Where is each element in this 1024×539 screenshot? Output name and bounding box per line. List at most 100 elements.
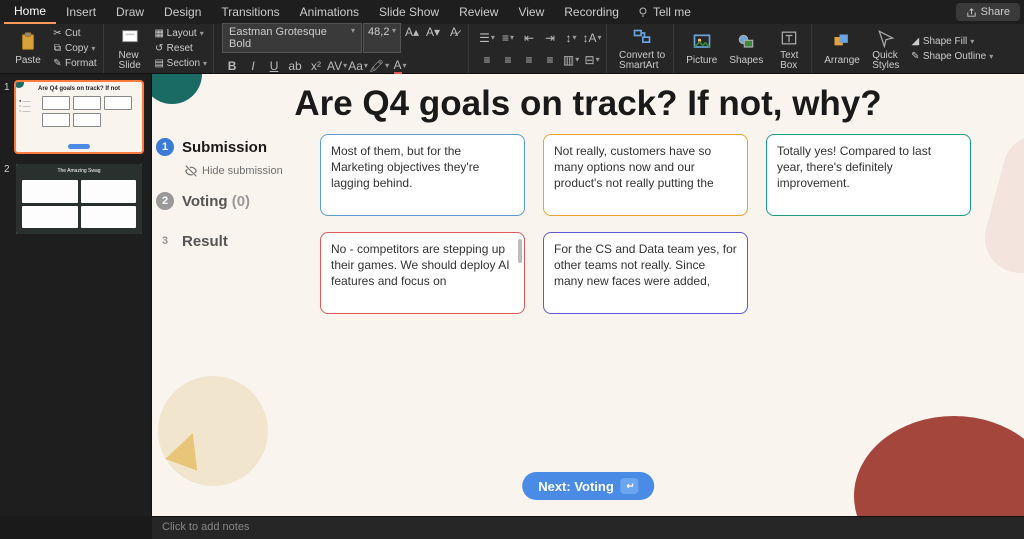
- underline-icon[interactable]: U: [264, 57, 284, 75]
- enter-key-icon: [620, 478, 638, 494]
- slide-canvas[interactable]: Are Q4 goals on track? If not, why? 1 Su…: [152, 74, 1024, 516]
- tell-me[interactable]: Tell me: [637, 5, 691, 19]
- tab-slideshow[interactable]: Slide Show: [369, 1, 449, 23]
- share-icon: [966, 7, 977, 18]
- arrange-icon: [831, 31, 853, 53]
- tab-animations[interactable]: Animations: [290, 1, 369, 23]
- tab-recording[interactable]: Recording: [554, 1, 629, 23]
- justify-icon[interactable]: ≡: [540, 51, 560, 69]
- thumbnail-2[interactable]: The Amazing Swag: [16, 164, 142, 234]
- shape-fill-button[interactable]: ◢Shape Fill▾: [908, 34, 995, 49]
- clear-format-icon[interactable]: A̷: [444, 23, 464, 41]
- thumbnail-1[interactable]: Are Q4 goals on track? If not ● ——○ ——○ …: [16, 82, 142, 152]
- slide-number: 2: [4, 164, 12, 234]
- step-number: 2: [156, 192, 174, 210]
- submission-card[interactable]: Totally yes! Compared to last year, ther…: [766, 134, 971, 216]
- spacing-icon[interactable]: AV▾: [327, 57, 347, 75]
- bold-icon[interactable]: B: [222, 57, 242, 75]
- picture-icon: [691, 31, 713, 53]
- change-case-icon[interactable]: Aa▾: [348, 57, 368, 75]
- highlight-icon[interactable]: 🖍▾: [369, 57, 389, 75]
- tab-home[interactable]: Home: [4, 0, 56, 24]
- group-arrange: Arrange Quick Styles ◢Shape Fill▾ ✎Shape…: [816, 24, 999, 73]
- convert-smartart-button[interactable]: Convert to SmartArt: [615, 25, 669, 73]
- increase-font-icon[interactable]: A▴: [402, 23, 422, 41]
- section-button[interactable]: ▤Section▾: [152, 56, 209, 71]
- tab-view[interactable]: View: [508, 1, 554, 23]
- section-icon: ▤: [154, 58, 165, 69]
- ribbon-tabs: Home Insert Draw Design Transitions Anim…: [0, 0, 1024, 24]
- copy-button[interactable]: ⧉Copy▾: [50, 41, 99, 56]
- tab-insert[interactable]: Insert: [56, 1, 106, 23]
- font-size-selector[interactable]: 48,2▾: [363, 23, 401, 53]
- decrease-font-icon[interactable]: A▾: [423, 23, 443, 41]
- tab-transitions[interactable]: Transitions: [211, 1, 289, 23]
- textbox-button[interactable]: Text Box: [771, 25, 807, 73]
- reset-button[interactable]: ↺Reset: [152, 41, 209, 56]
- reset-icon: ↺: [154, 43, 165, 54]
- format-button[interactable]: ✎Format: [50, 56, 99, 71]
- number-list-icon[interactable]: ≡▾: [498, 29, 518, 47]
- text-direction-icon[interactable]: ↕A▾: [582, 29, 602, 47]
- slide-title[interactable]: Are Q4 goals on track? If not, why?: [152, 84, 1024, 124]
- font-name-selector[interactable]: Eastman Grotesque Bold▾: [222, 23, 362, 53]
- align-center-icon[interactable]: ≡: [498, 51, 518, 69]
- columns-icon[interactable]: ▥▾: [561, 51, 581, 69]
- submission-card[interactable]: No - competitors are stepping up their g…: [320, 232, 525, 314]
- share-label: Share: [981, 6, 1010, 18]
- italic-icon[interactable]: I: [243, 57, 263, 75]
- group-clipboard: Paste ✂Cut ⧉Copy▾ ✎Format: [6, 24, 104, 73]
- lightbulb-icon: [637, 6, 649, 18]
- bullet-list-icon[interactable]: ☰▾: [477, 29, 497, 47]
- eye-off-icon: [184, 164, 198, 178]
- shapes-icon: [735, 31, 757, 53]
- decor-blob: [854, 416, 1024, 516]
- font-color-icon[interactable]: A▾: [390, 57, 410, 75]
- next-voting-button[interactable]: Next: Voting: [522, 472, 654, 500]
- steps-panel: 1 Submission Hide submission 2 Voting (0…: [156, 138, 306, 258]
- submission-cards: Most of them, but for the Marketing obje…: [320, 134, 1014, 314]
- tab-design[interactable]: Design: [154, 1, 211, 23]
- increase-indent-icon[interactable]: ⇥: [540, 29, 560, 47]
- tab-draw[interactable]: Draw: [106, 1, 154, 23]
- submission-card[interactable]: For the CS and Data team yes, for other …: [543, 232, 748, 314]
- share-button[interactable]: Share: [956, 3, 1020, 21]
- arrange-button[interactable]: Arrange: [820, 29, 864, 68]
- strike-icon[interactable]: ab: [285, 57, 305, 75]
- paste-button[interactable]: Paste: [10, 29, 46, 68]
- quick-styles-button[interactable]: Quick Styles: [868, 25, 904, 73]
- bucket-icon: ◢: [910, 36, 921, 47]
- layout-button[interactable]: ▦Layout▾: [152, 26, 209, 41]
- picture-button[interactable]: Picture: [682, 29, 721, 68]
- subscript-icon[interactable]: x²: [306, 57, 326, 75]
- shapes-button[interactable]: Shapes: [725, 29, 767, 68]
- align-right-icon[interactable]: ≡: [519, 51, 539, 69]
- group-slides: New Slide ▦Layout▾ ↺Reset ▤Section▾: [108, 24, 214, 73]
- cut-button[interactable]: ✂Cut: [50, 26, 99, 41]
- align-text-icon[interactable]: ⊟▾: [582, 51, 602, 69]
- tab-review[interactable]: Review: [449, 1, 508, 23]
- hide-submission-button[interactable]: Hide submission: [184, 164, 306, 178]
- new-slide-icon: [119, 27, 141, 49]
- scissors-icon: ✂: [52, 28, 63, 39]
- main-area: 1 Are Q4 goals on track? If not ● ——○ ——…: [0, 74, 1024, 516]
- group-paragraph: ☰▾ ≡▾ ⇤ ⇥ ↕▾ ↕A▾ ≡ ≡ ≡ ≡ ▥▾ ⊟▾: [473, 24, 607, 73]
- submission-card[interactable]: Most of them, but for the Marketing obje…: [320, 134, 525, 216]
- slide-thumbnails[interactable]: 1 Are Q4 goals on track? If not ● ——○ ——…: [0, 74, 152, 516]
- paste-label: Paste: [15, 55, 41, 66]
- decrease-indent-icon[interactable]: ⇤: [519, 29, 539, 47]
- new-slide-label: New Slide: [119, 51, 141, 71]
- notes-panel[interactable]: Click to add notes: [152, 516, 1024, 539]
- step-result[interactable]: 3 Result: [156, 232, 306, 250]
- group-font: Eastman Grotesque Bold▾ 48,2▾ A▴ A▾ A̷ B…: [218, 24, 469, 73]
- submission-card[interactable]: Not really, customers have so many optio…: [543, 134, 748, 216]
- shape-outline-button[interactable]: ✎Shape Outline▾: [908, 49, 995, 64]
- align-left-icon[interactable]: ≡: [477, 51, 497, 69]
- ribbon: Paste ✂Cut ⧉Copy▾ ✎Format New Slide ▦Lay…: [0, 24, 1024, 74]
- step-voting[interactable]: 2 Voting (0): [156, 192, 306, 210]
- copy-icon: ⧉: [52, 43, 63, 54]
- group-insert: Picture Shapes Text Box: [678, 24, 812, 73]
- step-submission[interactable]: 1 Submission: [156, 138, 306, 156]
- new-slide-button[interactable]: New Slide: [112, 25, 148, 73]
- line-spacing-icon[interactable]: ↕▾: [561, 29, 581, 47]
